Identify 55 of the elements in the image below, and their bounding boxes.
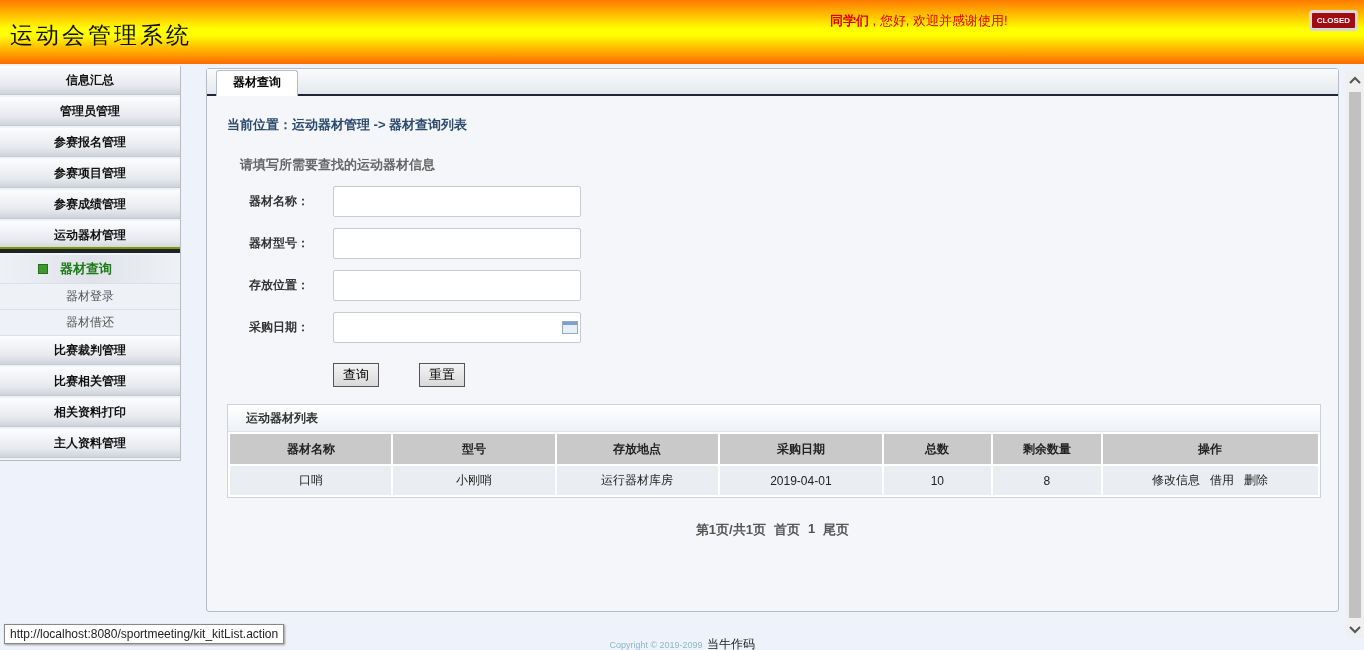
column-header: 采购日期 bbox=[720, 434, 882, 466]
input-field[interactable] bbox=[333, 228, 581, 259]
action-link[interactable]: 删除 bbox=[1244, 472, 1269, 489]
sidebar-subitem[interactable]: 器材登录 bbox=[0, 284, 180, 310]
column-header: 器材名称 bbox=[230, 434, 392, 466]
breadcrumb: 当前位置：运动器材管理 -> 器材查询列表 bbox=[227, 116, 469, 134]
column-header: 操作 bbox=[1102, 434, 1318, 466]
sidebar-subitem[interactable]: 器材借还 bbox=[0, 310, 180, 336]
sidebar-item[interactable]: 参赛项目管理 bbox=[0, 159, 180, 188]
author-text: 当牛作码 bbox=[706, 636, 755, 650]
page-number-link[interactable]: 1 bbox=[807, 521, 816, 539]
status-url: http://localhost:8080/sportmeeting/kit_kitList.action bbox=[4, 624, 285, 644]
field-label: 器材名称： bbox=[249, 193, 310, 210]
sidebar-item[interactable]: 比赛相关管理 bbox=[0, 367, 180, 396]
sidebar-item[interactable]: 信息汇总 bbox=[0, 66, 180, 95]
table-cell: 口哨 bbox=[230, 466, 392, 495]
input-field[interactable] bbox=[333, 270, 581, 301]
sidebar-item[interactable]: 主人资料管理 bbox=[0, 429, 180, 458]
action-link[interactable]: 修改信息 bbox=[1152, 472, 1201, 489]
table-cell: 8 bbox=[993, 466, 1101, 495]
input-field[interactable] bbox=[333, 186, 581, 217]
bullet-icon bbox=[38, 264, 48, 274]
sidebar-item[interactable]: 相关资料打印 bbox=[0, 398, 180, 427]
field-label: 器材型号： bbox=[249, 235, 310, 252]
form-hint: 请填写所需要查找的运动器材信息 bbox=[240, 156, 436, 174]
column-header: 存放地点 bbox=[556, 434, 719, 466]
search-button[interactable]: 查询 bbox=[333, 363, 379, 387]
close-button[interactable]: CLOSED bbox=[1308, 10, 1358, 31]
table-cell: 运行器材库房 bbox=[556, 466, 719, 495]
sidebar-item[interactable]: 参赛报名管理 bbox=[0, 128, 180, 157]
column-header: 总数 bbox=[883, 434, 992, 466]
date-field[interactable] bbox=[333, 312, 581, 343]
app-title: 运动会管理系统 bbox=[10, 21, 193, 50]
first-page-link[interactable]: 首页 bbox=[773, 521, 800, 539]
copyright-text: Copyright © 2019-2099 bbox=[609, 640, 703, 650]
table-cell: 2019-04-01 bbox=[720, 466, 882, 495]
column-header: 型号 bbox=[393, 434, 555, 466]
sidebar-item[interactable]: 运动器材管理 bbox=[0, 221, 180, 253]
action-link[interactable]: 借用 bbox=[1210, 472, 1235, 489]
calendar-icon[interactable] bbox=[562, 321, 578, 334]
table-cell: 10 bbox=[883, 466, 992, 495]
sidebar-item[interactable]: 比赛裁判管理 bbox=[0, 336, 180, 365]
last-page-link[interactable]: 尾页 bbox=[823, 521, 850, 539]
field-label: 存放位置： bbox=[249, 277, 310, 294]
page-summary: 第1页/共1页 bbox=[695, 521, 766, 539]
sidebar-subitem[interactable]: 器材查询 bbox=[0, 255, 180, 284]
scrollbar-thumb[interactable] bbox=[1349, 92, 1361, 618]
tab[interactable]: 器材查询 bbox=[216, 70, 298, 96]
sidebar-item[interactable]: 参赛成绩管理 bbox=[0, 190, 180, 219]
field-label: 采购日期： bbox=[249, 319, 310, 336]
greeting-text: 同学们 , 您好, 欢迎并感谢使用! bbox=[830, 12, 1009, 30]
column-header: 剩余数量 bbox=[993, 434, 1101, 466]
table-cell: 小刚哨 bbox=[393, 466, 555, 495]
sidebar-item[interactable]: 管理员管理 bbox=[0, 97, 180, 126]
reset-button[interactable]: 重置 bbox=[419, 363, 465, 387]
